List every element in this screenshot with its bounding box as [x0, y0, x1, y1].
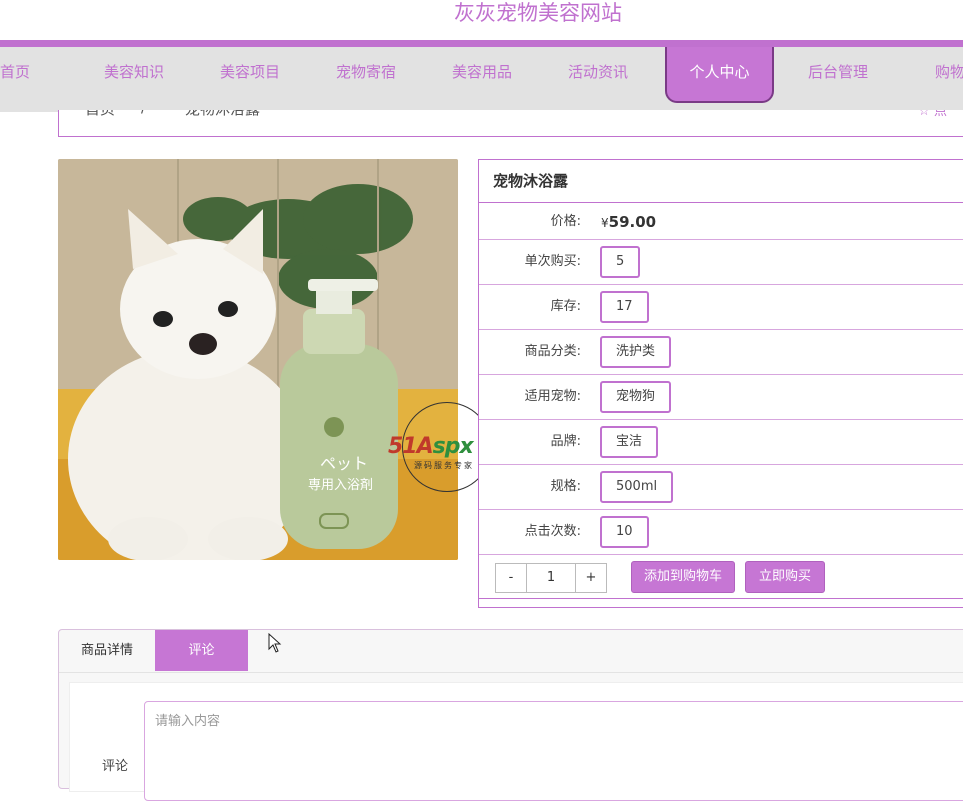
main-nav: 首页 美容知识 美容项目 宠物寄宿 美容用品 活动资讯 个人中心 后台管理 购物…: [0, 40, 963, 112]
price-label: 价格:: [550, 214, 581, 229]
comment-textarea[interactable]: 请输入内容: [144, 701, 963, 801]
info-label: 适用宠物:: [524, 389, 581, 404]
add-to-cart-button[interactable]: 添加到购物车: [631, 561, 735, 593]
info-row-per-purchase: 单次购买: 5: [479, 240, 963, 285]
breadcrumb-separator: /: [141, 110, 146, 116]
comment-label: 评论: [102, 759, 129, 774]
nav-item-home[interactable]: 首页: [0, 47, 30, 103]
breadcrumb-current: 宠物沐浴露: [185, 110, 260, 119]
info-row-suitable-pet: 适用宠物: 宠物狗: [479, 375, 963, 420]
info-label: 商品分类:: [524, 344, 581, 359]
nav-item-admin[interactable]: 后台管理: [808, 47, 868, 103]
quantity-increase-button[interactable]: +: [575, 563, 607, 593]
tab-header: 商品详情 评论: [59, 630, 963, 673]
info-label: 点击次数:: [524, 524, 581, 539]
info-value: 10: [600, 516, 649, 548]
info-value: 宠物狗: [600, 381, 672, 413]
price-row: 价格: ¥59.00: [479, 203, 963, 240]
site-title: 灰灰宠物美容网站: [454, 1, 622, 25]
nav-item-beauty-supplies[interactable]: 美容用品: [452, 47, 512, 103]
watermark-logo: 51Aspx: [388, 434, 474, 459]
breadcrumb-home[interactable]: 首页: [85, 110, 115, 119]
favorite-icon[interactable]: ☆ 点: [918, 110, 947, 119]
buy-now-button[interactable]: 立即购买: [745, 561, 825, 593]
mouse-cursor-icon: [268, 633, 282, 653]
info-label: 库存:: [550, 299, 581, 314]
quantity-row: - 1 + 添加到购物车 立即购买: [479, 555, 963, 599]
nav-item-beauty-projects[interactable]: 美容项目: [220, 47, 280, 103]
tab-comments[interactable]: 评论: [155, 630, 248, 671]
nav-item-beauty-knowledge[interactable]: 美容知识: [104, 47, 164, 103]
product-tabs: 商品详情 评论 评论 请输入内容: [58, 629, 963, 801]
info-value: 17: [600, 291, 649, 323]
quantity-decrease-button[interactable]: -: [495, 563, 527, 593]
nav-item-pet-boarding[interactable]: 宠物寄宿: [336, 47, 396, 103]
product-name: 宠物沐浴露: [479, 160, 963, 203]
svg-text:専用入浴剤: 専用入浴剤: [308, 477, 373, 493]
info-row-brand: 品牌: 宝洁: [479, 420, 963, 465]
nav-item-activity-news[interactable]: 活动资讯: [568, 47, 628, 103]
info-value: 5: [600, 246, 641, 278]
info-row-clicks: 点击次数: 10: [479, 510, 963, 555]
tab-details[interactable]: 商品详情: [59, 630, 155, 671]
info-value: 500ml: [600, 471, 674, 503]
info-label: 规格:: [550, 479, 581, 494]
svg-text:ペット: ペット: [320, 454, 368, 473]
nav-item-cart[interactable]: 购物车: [935, 47, 963, 103]
watermark-subtitle: 源码服务专家: [414, 461, 474, 470]
quantity-input[interactable]: 1: [527, 563, 575, 593]
info-label: 品牌:: [550, 434, 581, 449]
info-value: 洗护类: [600, 336, 672, 368]
product-info-panel: 宠物沐浴露 价格: ¥59.00 单次购买: 5 库存: 17 商品分类: 洗护…: [478, 159, 963, 608]
info-label: 单次购买:: [524, 254, 581, 269]
nav-item-personal-center[interactable]: 个人中心: [665, 47, 774, 103]
info-value: 宝洁: [600, 426, 659, 458]
info-row-category: 商品分类: 洗护类: [479, 330, 963, 375]
comment-panel: 评论 请输入内容: [69, 682, 963, 801]
info-row-stock: 库存: 17: [479, 285, 963, 330]
price-value: ¥59.00: [601, 213, 657, 231]
product-image: ペット 専用入浴剤: [58, 159, 458, 560]
info-row-spec: 规格: 500ml: [479, 465, 963, 510]
breadcrumb: 首页 / 宠物沐浴露 ☆ 点: [58, 110, 963, 137]
